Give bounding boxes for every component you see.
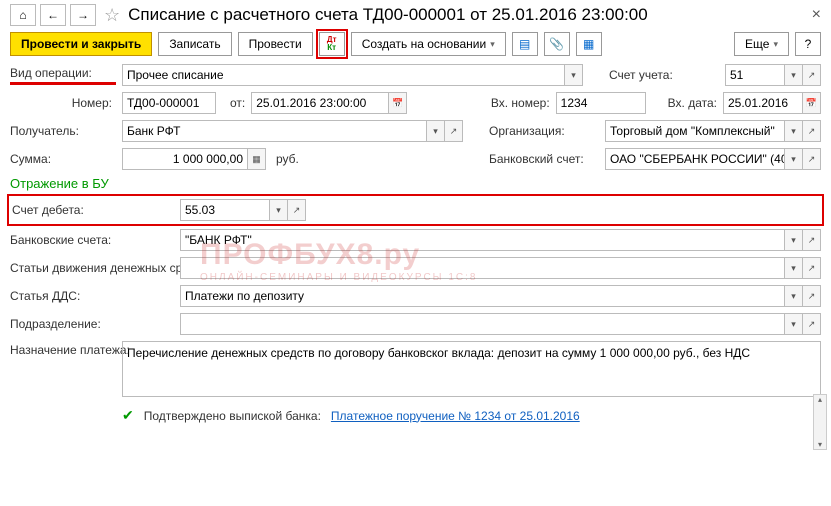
division-label: Подразделение: [10, 317, 174, 331]
dt-kt-button[interactable]: ДтКт [319, 32, 345, 56]
save-button[interactable]: Записать [158, 32, 231, 56]
dds-article-dropdown[interactable]: ▾ [785, 285, 803, 307]
dds-article-input[interactable]: Платежи по депозиту [180, 285, 785, 307]
window-title: Списание с расчетного счета ТД00-000001 … [128, 5, 808, 25]
sum-input[interactable]: 1 000 000,00 [122, 148, 248, 170]
account-dropdown[interactable]: ▾ [785, 64, 803, 86]
favorite-icon[interactable]: ☆ [104, 5, 120, 26]
ext-number-label: Вх. номер: [491, 96, 550, 110]
section-title: Отражение в БУ [10, 176, 821, 191]
division-open[interactable]: ↗ [803, 313, 821, 335]
payee-open[interactable]: ↗ [445, 120, 463, 142]
op-type-label: Вид операции: [10, 66, 116, 85]
bank-accounts-open[interactable]: ↗ [803, 229, 821, 251]
report-button[interactable]: ▦ [576, 32, 602, 56]
bank-acc-input[interactable]: ОАО "СБЕРБАНК РОССИИ" (407028106 [605, 148, 785, 170]
bank-accounts-dropdown[interactable]: ▾ [785, 229, 803, 251]
division-dropdown[interactable]: ▾ [785, 313, 803, 335]
dds-flow-dropdown[interactable]: ▾ [785, 257, 803, 279]
purpose-textarea[interactable]: Перечисление денежных средств по договор… [122, 341, 821, 397]
op-type-dropdown[interactable]: ▾ [565, 64, 583, 86]
bank-accounts-input[interactable]: "БАНК РФТ" [180, 229, 785, 251]
bank-acc-open[interactable]: ↗ [803, 148, 821, 170]
forward-button[interactable]: → [70, 4, 96, 26]
purpose-label: Назначение платежа: [10, 341, 116, 357]
payee-input[interactable]: Банк РФТ [122, 120, 427, 142]
debit-input[interactable]: 55.03 [180, 199, 270, 221]
create-based-button[interactable]: Создать на основании [351, 32, 506, 56]
currency-label: руб. [276, 152, 299, 166]
confirmed-checkbox[interactable]: ✔ [122, 407, 134, 424]
debit-label: Счет дебета: [12, 203, 174, 217]
bank-accounts-label: Банковские счета: [10, 233, 174, 247]
date-label: от: [230, 96, 245, 110]
attach-button[interactable]: 📎 [544, 32, 570, 56]
post-button[interactable]: Провести [238, 32, 313, 56]
print-button[interactable]: ▤ [512, 32, 538, 56]
account-input[interactable]: 51 [725, 64, 785, 86]
bank-acc-label: Банковский счет: [489, 152, 599, 166]
date-input[interactable]: 25.01.2016 23:00:00 [251, 92, 389, 114]
post-and-close-button[interactable]: Провести и закрыть [10, 32, 152, 56]
dds-article-label: Статья ДДС: [10, 289, 174, 303]
org-label: Организация: [489, 124, 599, 138]
sum-calc[interactable]: ▦ [248, 148, 266, 170]
scrollbar[interactable]: ▴▾ [813, 394, 827, 450]
close-button[interactable]: × [812, 6, 821, 24]
debit-dropdown[interactable]: ▾ [270, 199, 288, 221]
org-open[interactable]: ↗ [803, 120, 821, 142]
ext-number-input[interactable]: 1234 [556, 92, 646, 114]
confirmed-label: Подтверждено выпиской банка: [144, 409, 321, 423]
payee-dropdown[interactable]: ▾ [427, 120, 445, 142]
dds-article-open[interactable]: ↗ [803, 285, 821, 307]
account-label: Счет учета: [609, 68, 719, 82]
payee-label: Получатель: [10, 124, 116, 138]
account-open[interactable]: ↗ [803, 64, 821, 86]
payment-order-link[interactable]: Платежное поручение № 1234 от 25.01.2016 [331, 409, 580, 423]
ext-date-label: Вх. дата: [668, 96, 717, 110]
date-picker[interactable]: 📅 [389, 92, 407, 114]
home-button[interactable]: ⌂ [10, 4, 36, 26]
org-dropdown[interactable]: ▾ [785, 120, 803, 142]
more-button[interactable]: Еще [734, 32, 789, 56]
bank-acc-dropdown[interactable]: ▾ [785, 148, 803, 170]
ext-date-picker[interactable]: 📅 [803, 92, 821, 114]
debit-open[interactable]: ↗ [288, 199, 306, 221]
dds-flow-input[interactable] [180, 257, 785, 279]
number-label: Номер: [10, 96, 116, 110]
dds-flow-open[interactable]: ↗ [803, 257, 821, 279]
sum-label: Сумма: [10, 152, 116, 166]
help-button[interactable]: ? [795, 32, 821, 56]
dds-flow-label: Статьи движения денежных ср... [10, 261, 174, 275]
op-type-input[interactable]: Прочее списание [122, 64, 565, 86]
org-input[interactable]: Торговый дом "Комплексный" [605, 120, 785, 142]
number-input[interactable]: ТД00-000001 [122, 92, 216, 114]
ext-date-input[interactable]: 25.01.2016 [723, 92, 803, 114]
back-button[interactable]: ← [40, 4, 66, 26]
division-input[interactable] [180, 313, 785, 335]
